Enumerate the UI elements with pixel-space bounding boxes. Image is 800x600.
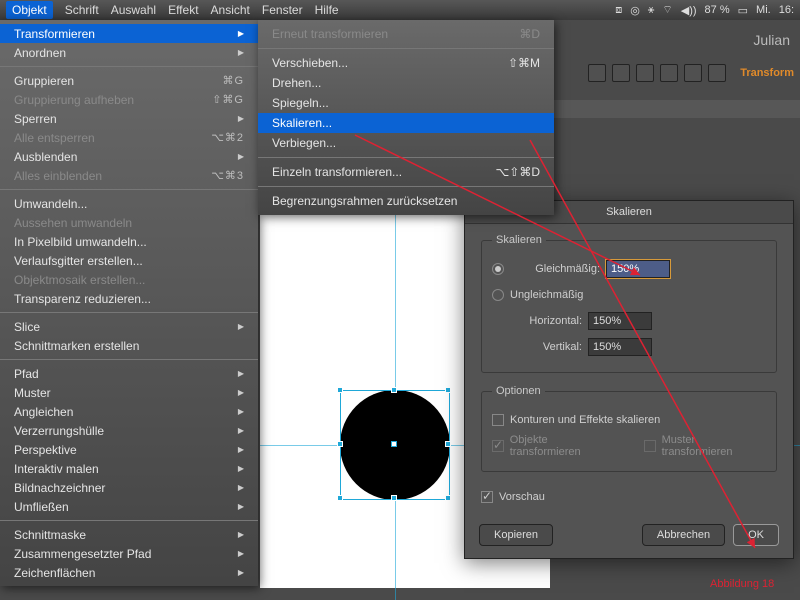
menu-item[interactable]: Perspektive xyxy=(0,440,258,459)
menu-item[interactable]: Verlaufsgitter erstellen... xyxy=(0,251,258,270)
preview-checkbox[interactable] xyxy=(481,491,493,503)
menu-item[interactable]: Gruppieren⌘G xyxy=(0,71,258,90)
menu-item[interactable]: Zeichenflächen xyxy=(0,563,258,582)
menu-item[interactable]: Bildnachzeichner xyxy=(0,478,258,497)
bounding-box[interactable] xyxy=(340,390,450,500)
menu-item[interactable]: Angleichen xyxy=(0,402,258,421)
menu-item: Objektmosaik erstellen... xyxy=(0,270,258,289)
submenu-item[interactable]: Einzeln transformieren...⌥⇧⌘D xyxy=(258,162,554,182)
submenu-item[interactable]: Skalieren... xyxy=(258,113,554,133)
options-group: Optionen Konturen und Effekte skalieren … xyxy=(481,385,777,472)
objekt-dropdown[interactable]: TransformierenAnordnen Gruppieren⌘GGruppi… xyxy=(0,20,258,586)
submenu-item: Erneut transformieren⌘D xyxy=(258,24,554,44)
menubar-status: ⧈ ◎ ⚹ ⌔ ◀)) 87 % ▭ Mi. 16: xyxy=(615,3,794,17)
menu-item: Aussehen umwandeln xyxy=(0,213,258,232)
submenu-item[interactable]: Spiegeln... xyxy=(258,93,554,113)
horizontal-label: Horizontal: xyxy=(492,315,582,327)
menu-item[interactable]: Sperren xyxy=(0,109,258,128)
align-icon[interactable] xyxy=(660,64,678,82)
menu-item[interactable]: Transparenz reduzieren... xyxy=(0,289,258,308)
align-icon[interactable] xyxy=(612,64,630,82)
submenu-item[interactable]: Verschieben...⇧⌘M xyxy=(258,53,554,73)
menu-item[interactable]: Umwandeln... xyxy=(0,194,258,213)
sync-icon: ◎ xyxy=(630,4,640,17)
battery-percent: 87 % xyxy=(705,4,730,16)
scale-legend: Skalieren xyxy=(492,234,546,246)
submenu-item[interactable]: Drehen... xyxy=(258,73,554,93)
menu-item[interactable]: Umfließen xyxy=(0,497,258,516)
menubar: Objekt Schrift Auswahl Effekt Ansicht Fe… xyxy=(0,0,800,20)
scale-dialog: Skalieren Skalieren Gleichmäßig: Ungleic… xyxy=(464,200,794,559)
ok-button[interactable]: OK xyxy=(733,524,779,546)
menu-item[interactable]: In Pixelbild umwandeln... xyxy=(0,232,258,251)
align-icon[interactable] xyxy=(684,64,702,82)
menu-item[interactable]: Anordnen xyxy=(0,43,258,62)
menu-objekt[interactable]: Objekt xyxy=(6,1,53,19)
strokes-checkbox[interactable] xyxy=(492,414,504,426)
uniform-input[interactable] xyxy=(606,260,670,278)
menu-item[interactable]: Verzerrungshülle xyxy=(0,421,258,440)
nonuniform-label: Ungleichmäßig xyxy=(510,289,583,301)
transform-panel-link[interactable]: Transform xyxy=(740,67,794,79)
menu-item[interactable]: Schnittmarken erstellen xyxy=(0,336,258,355)
menu-item[interactable]: Schnittmaske xyxy=(0,525,258,544)
menu-item[interactable]: Ausblenden xyxy=(0,147,258,166)
volume-icon: ◀)) xyxy=(681,4,697,17)
patterns-checkbox xyxy=(644,440,656,452)
menu-item[interactable]: Pfad xyxy=(0,364,258,383)
uniform-radio[interactable] xyxy=(492,263,504,275)
menu-item: Alle entsperren⌥⌘2 xyxy=(0,128,258,147)
figure-caption: Abbildung 18 xyxy=(710,578,774,590)
menu-ansicht[interactable]: Ansicht xyxy=(211,3,250,17)
menu-item[interactable]: Transformieren xyxy=(0,24,258,43)
menu-item: Gruppierung aufheben⇧⌘G xyxy=(0,90,258,109)
scale-group: Skalieren Gleichmäßig: Ungleichmäßig Hor… xyxy=(481,234,777,373)
align-icon[interactable] xyxy=(636,64,654,82)
vertical-input[interactable] xyxy=(588,338,652,356)
dropbox-icon: ⧈ xyxy=(615,4,622,17)
uniform-label: Gleichmäßig: xyxy=(510,263,600,275)
patterns-label: Muster transformieren xyxy=(662,434,766,458)
horizontal-input[interactable] xyxy=(588,312,652,330)
submenu-item[interactable]: Verbiegen... xyxy=(258,133,554,153)
align-icon[interactable] xyxy=(708,64,726,82)
menu-effekt[interactable]: Effekt xyxy=(168,3,198,17)
menu-fenster[interactable]: Fenster xyxy=(262,3,303,17)
menu-item[interactable]: Slice xyxy=(0,317,258,336)
menu-auswahl[interactable]: Auswahl xyxy=(111,3,156,17)
battery-icon: ▭ xyxy=(738,4,748,17)
objects-checkbox xyxy=(492,440,504,452)
submenu-item[interactable]: Begrenzungsrahmen zurücksetzen xyxy=(258,191,554,211)
strokes-label: Konturen und Effekte skalieren xyxy=(510,414,660,426)
objects-label: Objekte transformieren xyxy=(510,434,619,458)
menu-item[interactable]: Muster xyxy=(0,383,258,402)
cancel-button[interactable]: Abbrechen xyxy=(642,524,725,546)
align-toolbar: Transform xyxy=(588,60,800,86)
menu-schrift[interactable]: Schrift xyxy=(65,3,99,17)
copy-button[interactable]: Kopieren xyxy=(479,524,553,546)
options-legend: Optionen xyxy=(492,385,545,397)
menu-item[interactable]: Zusammengesetzter Pfad xyxy=(0,544,258,563)
transform-submenu[interactable]: Erneut transformieren⌘D Verschieben...⇧⌘M… xyxy=(258,20,554,215)
username-label: Julian xyxy=(753,32,790,48)
menu-item: Alles einblenden⌥⌘3 xyxy=(0,166,258,185)
nonuniform-radio[interactable] xyxy=(492,289,504,301)
menu-hilfe[interactable]: Hilfe xyxy=(315,3,339,17)
clock-time: 16: xyxy=(779,4,794,16)
menu-item[interactable]: Interaktiv malen xyxy=(0,459,258,478)
align-icon[interactable] xyxy=(588,64,606,82)
wifi-icon: ⌔ xyxy=(662,3,672,17)
vertical-label: Vertikal: xyxy=(492,341,582,353)
clock-day: Mi. xyxy=(756,4,771,16)
preview-label: Vorschau xyxy=(499,491,545,503)
bluetooth-icon: ⚹ xyxy=(648,4,655,17)
